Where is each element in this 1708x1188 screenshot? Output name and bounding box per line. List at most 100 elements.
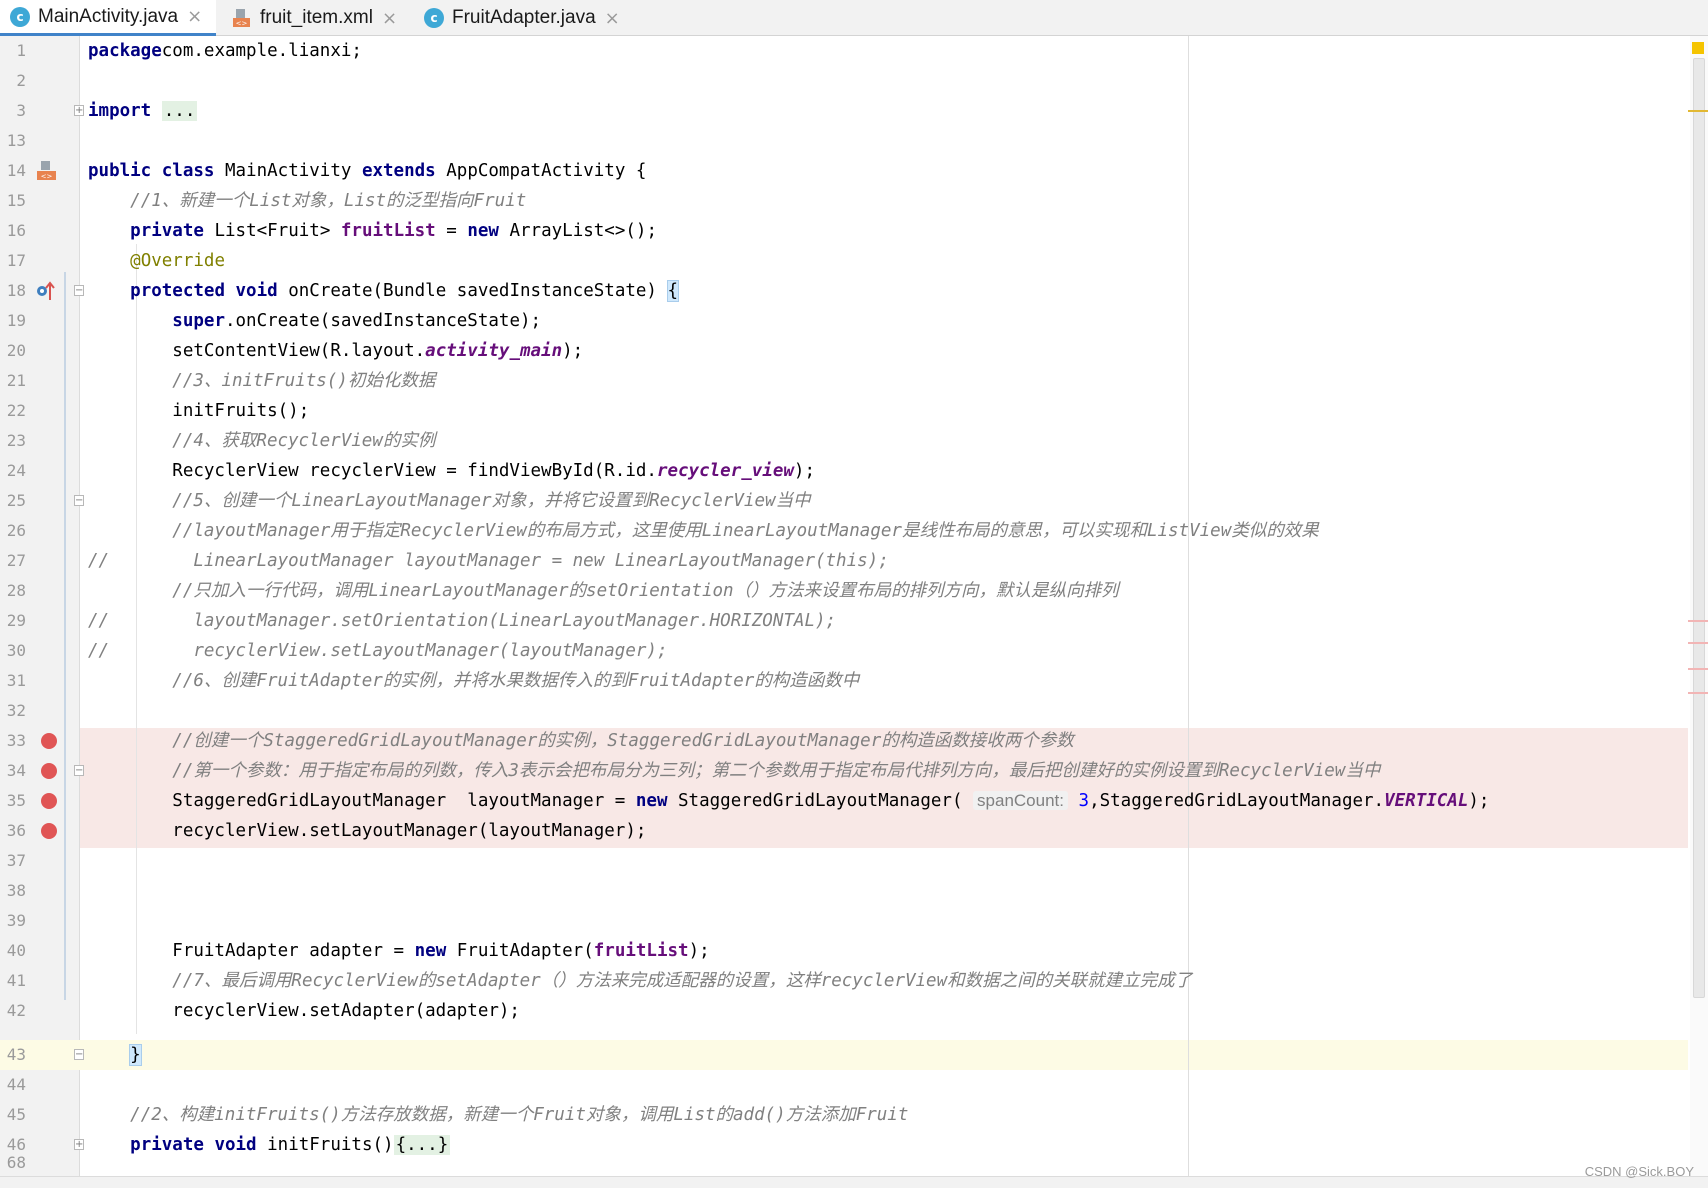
code-line[interactable]: 29 // layoutManager.setOrientation(Linea… <box>0 606 1700 636</box>
code-line[interactable]: 24 RecyclerView recyclerView = findViewB… <box>0 456 1700 486</box>
tab-fruitadapter-java[interactable]: c FruitAdapter.java × <box>414 0 628 36</box>
code-line[interactable]: 1 packagecom.example.lianxi; <box>0 36 1700 66</box>
folded-code-token[interactable]: ... <box>161 101 198 121</box>
error-stripe-marker[interactable] <box>1688 692 1708 694</box>
code-line[interactable]: 44 <box>0 1070 1700 1100</box>
line-number: 27 <box>6 551 26 570</box>
line-number: 43 <box>6 1045 26 1064</box>
override-method-icon[interactable] <box>36 280 56 306</box>
tab-fruit-item-xml[interactable]: <> fruit_item.xml × <box>222 0 404 36</box>
code-text[interactable]: recyclerView.setAdapter(adapter); <box>88 996 520 1026</box>
code-token: StaggeredGridLayoutManager( <box>667 791 974 811</box>
error-stripe-marker[interactable] <box>1688 668 1708 670</box>
code-text[interactable]: } <box>88 1040 142 1070</box>
code-line[interactable]: 18 − protected void onCreate(Bundle save… <box>0 276 1700 306</box>
code-text[interactable]: public class MainActivity extends AppCom… <box>88 156 646 186</box>
warning-indicator-icon[interactable] <box>1692 42 1704 54</box>
fold-toggle-icon[interactable]: − <box>74 495 84 506</box>
code-line[interactable]: 43 − } <box>0 1040 1700 1070</box>
code-line[interactable]: 20 setContentView(R.layout.activity_main… <box>0 336 1700 366</box>
error-stripe-marker[interactable] <box>1688 620 1708 622</box>
code-line[interactable]: 26 //layoutManager用于指定RecyclerView的布局方式，… <box>0 516 1700 546</box>
error-stripe-marker[interactable] <box>1688 642 1708 644</box>
breakpoint-icon[interactable] <box>41 733 57 749</box>
code-line[interactable]: 45 //2、构建initFruits()方法存放数据，新建一个Fruit对象，… <box>0 1100 1700 1130</box>
code-line[interactable]: 34 − //第一个参数：用于指定布局的列数，传入3表示会把布局分为三列；第二个… <box>0 756 1700 786</box>
code-text[interactable]: //只加入一行代码，调用LinearLayoutManager的setOrien… <box>88 576 1118 606</box>
related-layout-icon[interactable]: <> <box>36 160 58 186</box>
code-text[interactable]: //2、构建initFruits()方法存放数据，新建一个Fruit对象，调用L… <box>88 1100 908 1130</box>
code-line[interactable]: 17 @Override <box>0 246 1700 276</box>
code-line[interactable]: 40 FruitAdapter adapter = new FruitAdapt… <box>0 936 1700 966</box>
code-line[interactable]: 39 <box>0 906 1700 936</box>
code-text[interactable]: StaggeredGridLayoutManager layoutManager… <box>88 786 1489 816</box>
tab-mainactivity-java[interactable]: c MainActivity.java × <box>0 0 216 36</box>
code-text[interactable]: recyclerView.setLayoutManager(layoutMana… <box>88 816 646 846</box>
code-line[interactable]: 41 //7、最后调用RecyclerView的setAdapter（）方法来完… <box>0 966 1700 996</box>
breakpoint-icon[interactable] <box>41 763 57 779</box>
code-text[interactable]: // recyclerView.setLayoutManager(layoutM… <box>88 636 667 666</box>
code-line[interactable]: 14 <> public class MainActivity extends … <box>0 156 1700 186</box>
code-text[interactable]: //创建一个StaggeredGridLayoutManager的实例，Stag… <box>88 726 1073 756</box>
code-line[interactable]: 3 + import ... <box>0 96 1700 126</box>
fold-toggle-icon[interactable]: + <box>74 105 84 116</box>
horizontal-scrollbar[interactable] <box>0 1176 1708 1188</box>
breakpoint-icon[interactable] <box>41 793 57 809</box>
code-text[interactable]: super.onCreate(savedInstanceState); <box>88 306 541 336</box>
fold-toggle-icon[interactable]: − <box>74 285 84 296</box>
code-line[interactable]: 35 StaggeredGridLayoutManager layoutMana… <box>0 786 1700 816</box>
code-line[interactable]: 22 initFruits(); <box>0 396 1700 426</box>
close-tab-icon[interactable]: × <box>605 8 620 29</box>
close-tab-icon[interactable]: × <box>382 8 397 29</box>
fold-toggle-icon[interactable]: − <box>74 1049 84 1060</box>
code-text[interactable]: packagecom.example.lianxi; <box>88 36 362 66</box>
code-text[interactable]: // LinearLayoutManager layoutManager = n… <box>88 546 889 576</box>
code-line[interactable]: 2 <box>0 66 1700 96</box>
code-text[interactable]: //1、新建一个List对象，List的泛型指向Fruit <box>88 186 526 216</box>
code-line[interactable]: 33 //创建一个StaggeredGridLayoutManager的实例，S… <box>0 726 1700 756</box>
code-text[interactable]: RecyclerView recyclerView = findViewById… <box>88 456 815 486</box>
code-line[interactable]: 23 //4、获取RecyclerView的实例 <box>0 426 1700 456</box>
code-text[interactable]: //4、获取RecyclerView的实例 <box>88 426 435 456</box>
code-line[interactable]: 15 //1、新建一个List对象，List的泛型指向Fruit <box>0 186 1700 216</box>
code-line[interactable]: 25 − //5、创建一个LinearLayoutManager对象，并将它设置… <box>0 486 1700 516</box>
code-text[interactable]: //layoutManager用于指定RecyclerView的布局方式，这里使… <box>88 516 1318 546</box>
close-tab-icon[interactable]: × <box>187 6 202 27</box>
line-number: 42 <box>6 1001 26 1020</box>
code-line[interactable]: 13 <box>0 126 1700 156</box>
code-editor[interactable]: 1 packagecom.example.lianxi; 2 3 + impor… <box>0 36 1708 1176</box>
code-line[interactable]: 27 // LinearLayoutManager layoutManager … <box>0 546 1700 576</box>
code-line[interactable]: 21 //3、initFruits()初始化数据 <box>0 366 1700 396</box>
code-text[interactable]: initFruits(); <box>88 396 309 426</box>
line-number: 2 <box>16 71 26 90</box>
code-line[interactable]: 16 private List<Fruit> fruitList = new A… <box>0 216 1700 246</box>
fold-toggle-icon[interactable]: − <box>74 765 84 776</box>
code-line[interactable]: 32 <box>0 696 1700 726</box>
error-stripe-marker[interactable] <box>1688 110 1708 112</box>
java-class-icon: c <box>10 6 30 27</box>
code-text[interactable]: //3、initFruits()初始化数据 <box>88 366 435 396</box>
code-text[interactable]: //第一个参数：用于指定布局的列数，传入3表示会把布局分为三列；第二个参数用于指… <box>88 756 1380 786</box>
code-text[interactable]: // layoutManager.setOrientation(LinearLa… <box>88 606 836 636</box>
code-line[interactable]: 42 recyclerView.setAdapter(adapter); <box>0 996 1700 1026</box>
code-text[interactable]: protected void onCreate(Bundle savedInst… <box>88 276 680 306</box>
code-text[interactable]: //6、创建FruitAdapter的实例，并将水果数据传入的到FruitAda… <box>88 666 859 696</box>
code-line[interactable]: 28 //只加入一行代码，调用LinearLayoutManager的setOr… <box>0 576 1700 606</box>
code-text[interactable]: //5、创建一个LinearLayoutManager对象，并将它设置到Recy… <box>88 486 810 516</box>
code-text[interactable]: FruitAdapter adapter = new FruitAdapter(… <box>88 936 709 966</box>
breakpoint-icon[interactable] <box>41 823 57 839</box>
code-text[interactable]: private List<Fruit> fruitList = new Arra… <box>88 216 657 246</box>
code-line[interactable]: 19 super.onCreate(savedInstanceState); <box>0 306 1700 336</box>
code-line[interactable]: 38 <box>0 876 1700 906</box>
code-line[interactable]: 37 <box>0 846 1700 876</box>
code-text[interactable]: import ... <box>88 96 198 126</box>
code-text[interactable]: //7、最后调用RecyclerView的setAdapter（）方法来完成适配… <box>88 966 1192 996</box>
code-text[interactable]: @Override <box>88 246 225 276</box>
code-line[interactable]: 31 //6、创建FruitAdapter的实例，并将水果数据传入的到Fruit… <box>0 666 1700 696</box>
line-number: 30 <box>6 641 26 660</box>
vertical-scrollbar-thumb[interactable] <box>1693 58 1705 998</box>
code-line[interactable]: 68 <box>0 1148 1700 1176</box>
code-text[interactable]: setContentView(R.layout.activity_main); <box>88 336 583 366</box>
code-line[interactable]: 30 // recyclerView.setLayoutManager(layo… <box>0 636 1700 666</box>
code-line[interactable]: 36 recyclerView.setLayoutManager(layoutM… <box>0 816 1700 846</box>
